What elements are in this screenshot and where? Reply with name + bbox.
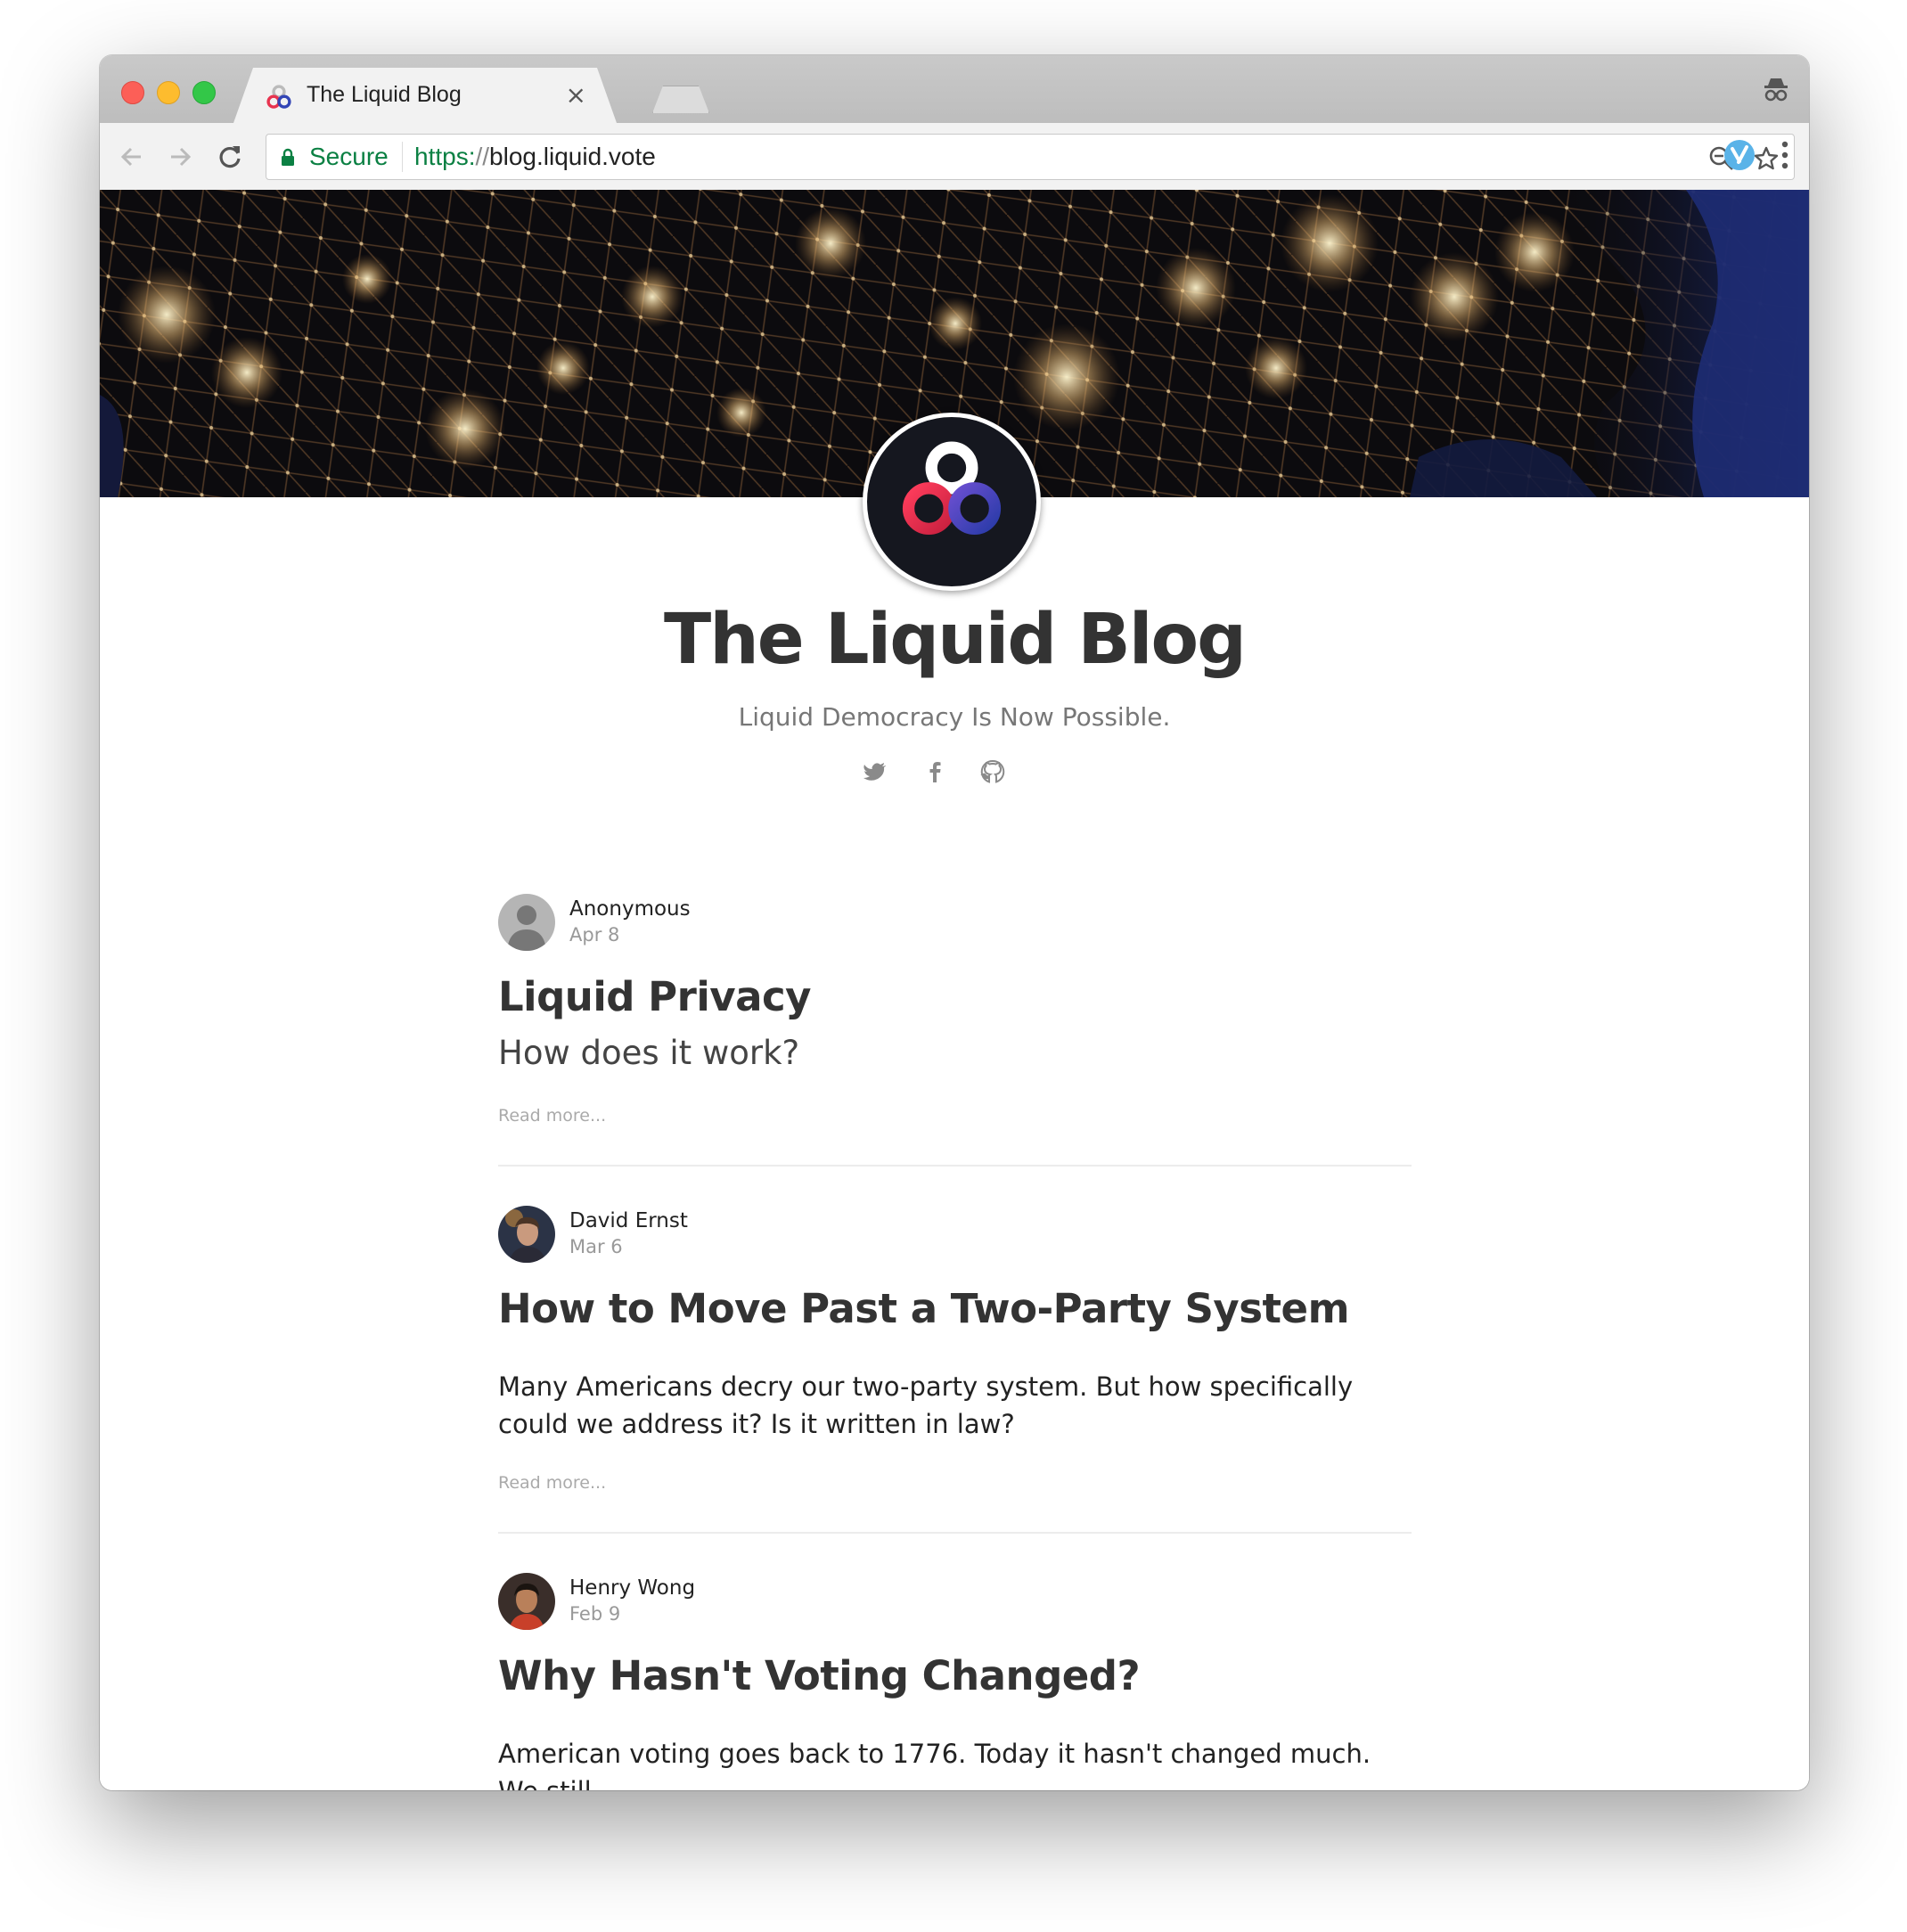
twitter-icon[interactable] <box>862 758 888 785</box>
url-text[interactable]: https://blog.liquid.vote <box>414 143 656 171</box>
post-date: Mar 6 <box>569 1236 623 1257</box>
post-meta: Henry Wong Feb 9 <box>498 1573 1412 1630</box>
post-meta: David Ernst Mar 6 <box>498 1206 1412 1263</box>
blog-tagline: Liquid Democracy Is Now Possible. <box>738 702 1171 732</box>
author-avatar[interactable] <box>498 1206 555 1263</box>
tab-close-icon[interactable]: × <box>566 80 586 110</box>
secure-label: Secure <box>309 143 389 170</box>
bookmark-star-icon[interactable] <box>1753 145 1780 172</box>
lock-icon <box>282 148 294 166</box>
anonymous-avatar[interactable] <box>498 894 555 951</box>
post-item: Anonymous Apr 8 Liquid Privacy How does … <box>498 894 1412 1126</box>
read-more-link[interactable]: Read more... <box>498 1106 1412 1126</box>
post-meta: Anonymous Apr 8 <box>498 894 1412 951</box>
post-list: Anonymous Apr 8 Liquid Privacy How does … <box>498 894 1412 1790</box>
url-scheme: https: <box>414 143 476 170</box>
post-excerpt: Many Americans decry our two-party syste… <box>498 1371 1354 1439</box>
address-bar[interactable]: Secure https://blog.liquid.vote <box>266 134 1795 180</box>
post-excerpt: American voting goes back to 1776. Today… <box>498 1739 1371 1790</box>
github-icon[interactable] <box>979 758 1006 785</box>
url-slashes: // <box>475 143 490 170</box>
post-title[interactable]: Liquid Privacy <box>498 970 1412 1024</box>
back-arrow-icon[interactable] <box>116 141 148 173</box>
browser-toolbar: Secure https://blog.liquid.vote <box>100 123 1809 191</box>
blog-logo-avatar <box>863 413 1041 591</box>
post-title[interactable]: Why Hasn't Voting Changed? <box>498 1650 1412 1703</box>
extension-icon[interactable] <box>1723 139 1756 171</box>
tab-title: The Liquid Blog <box>307 82 462 107</box>
browser-menu-icon[interactable] <box>1780 139 1789 171</box>
close-window-button[interactable] <box>121 81 144 104</box>
tab-active[interactable]: The Liquid Blog × <box>233 68 617 123</box>
tab-strip: The Liquid Blog × <box>100 55 1809 123</box>
post-date: Feb 9 <box>569 1603 621 1625</box>
post-item: David Ernst Mar 6 How to Move Past a Two… <box>498 1206 1412 1493</box>
maximize-window-button[interactable] <box>192 81 216 104</box>
post-author[interactable]: Anonymous <box>569 897 691 921</box>
minimize-window-button[interactable] <box>157 81 180 104</box>
incognito-icon <box>1764 78 1788 102</box>
new-tab-button[interactable] <box>652 86 709 113</box>
post-title[interactable]: How to Move Past a Two-Party System <box>498 1282 1412 1336</box>
liquid-logo-icon <box>264 82 294 112</box>
url-host: blog.liquid.vote <box>489 143 656 170</box>
post-divider <box>498 1532 1412 1534</box>
reload-icon[interactable] <box>214 141 246 173</box>
post-date: Apr 8 <box>569 924 620 946</box>
post-subtitle: How does it work? <box>498 1034 800 1072</box>
read-more-link[interactable]: Read more... <box>498 1473 1412 1493</box>
browser-window: The Liquid Blog × Secure https://blog.li… <box>100 55 1809 1790</box>
author-avatar[interactable] <box>498 1573 555 1630</box>
blog-title: The Liquid Blog <box>664 600 1247 680</box>
post-item: Henry Wong Feb 9 Why Hasn't Voting Chang… <box>498 1573 1412 1790</box>
page-content: The Liquid Blog Liquid Democracy Is Now … <box>100 190 1809 1790</box>
facebook-icon[interactable] <box>921 758 948 785</box>
url-separator <box>402 142 403 172</box>
post-divider <box>498 1165 1412 1167</box>
forward-arrow-icon[interactable] <box>164 141 196 173</box>
post-author[interactable]: Henry Wong <box>569 1576 695 1600</box>
post-author[interactable]: David Ernst <box>569 1209 688 1232</box>
